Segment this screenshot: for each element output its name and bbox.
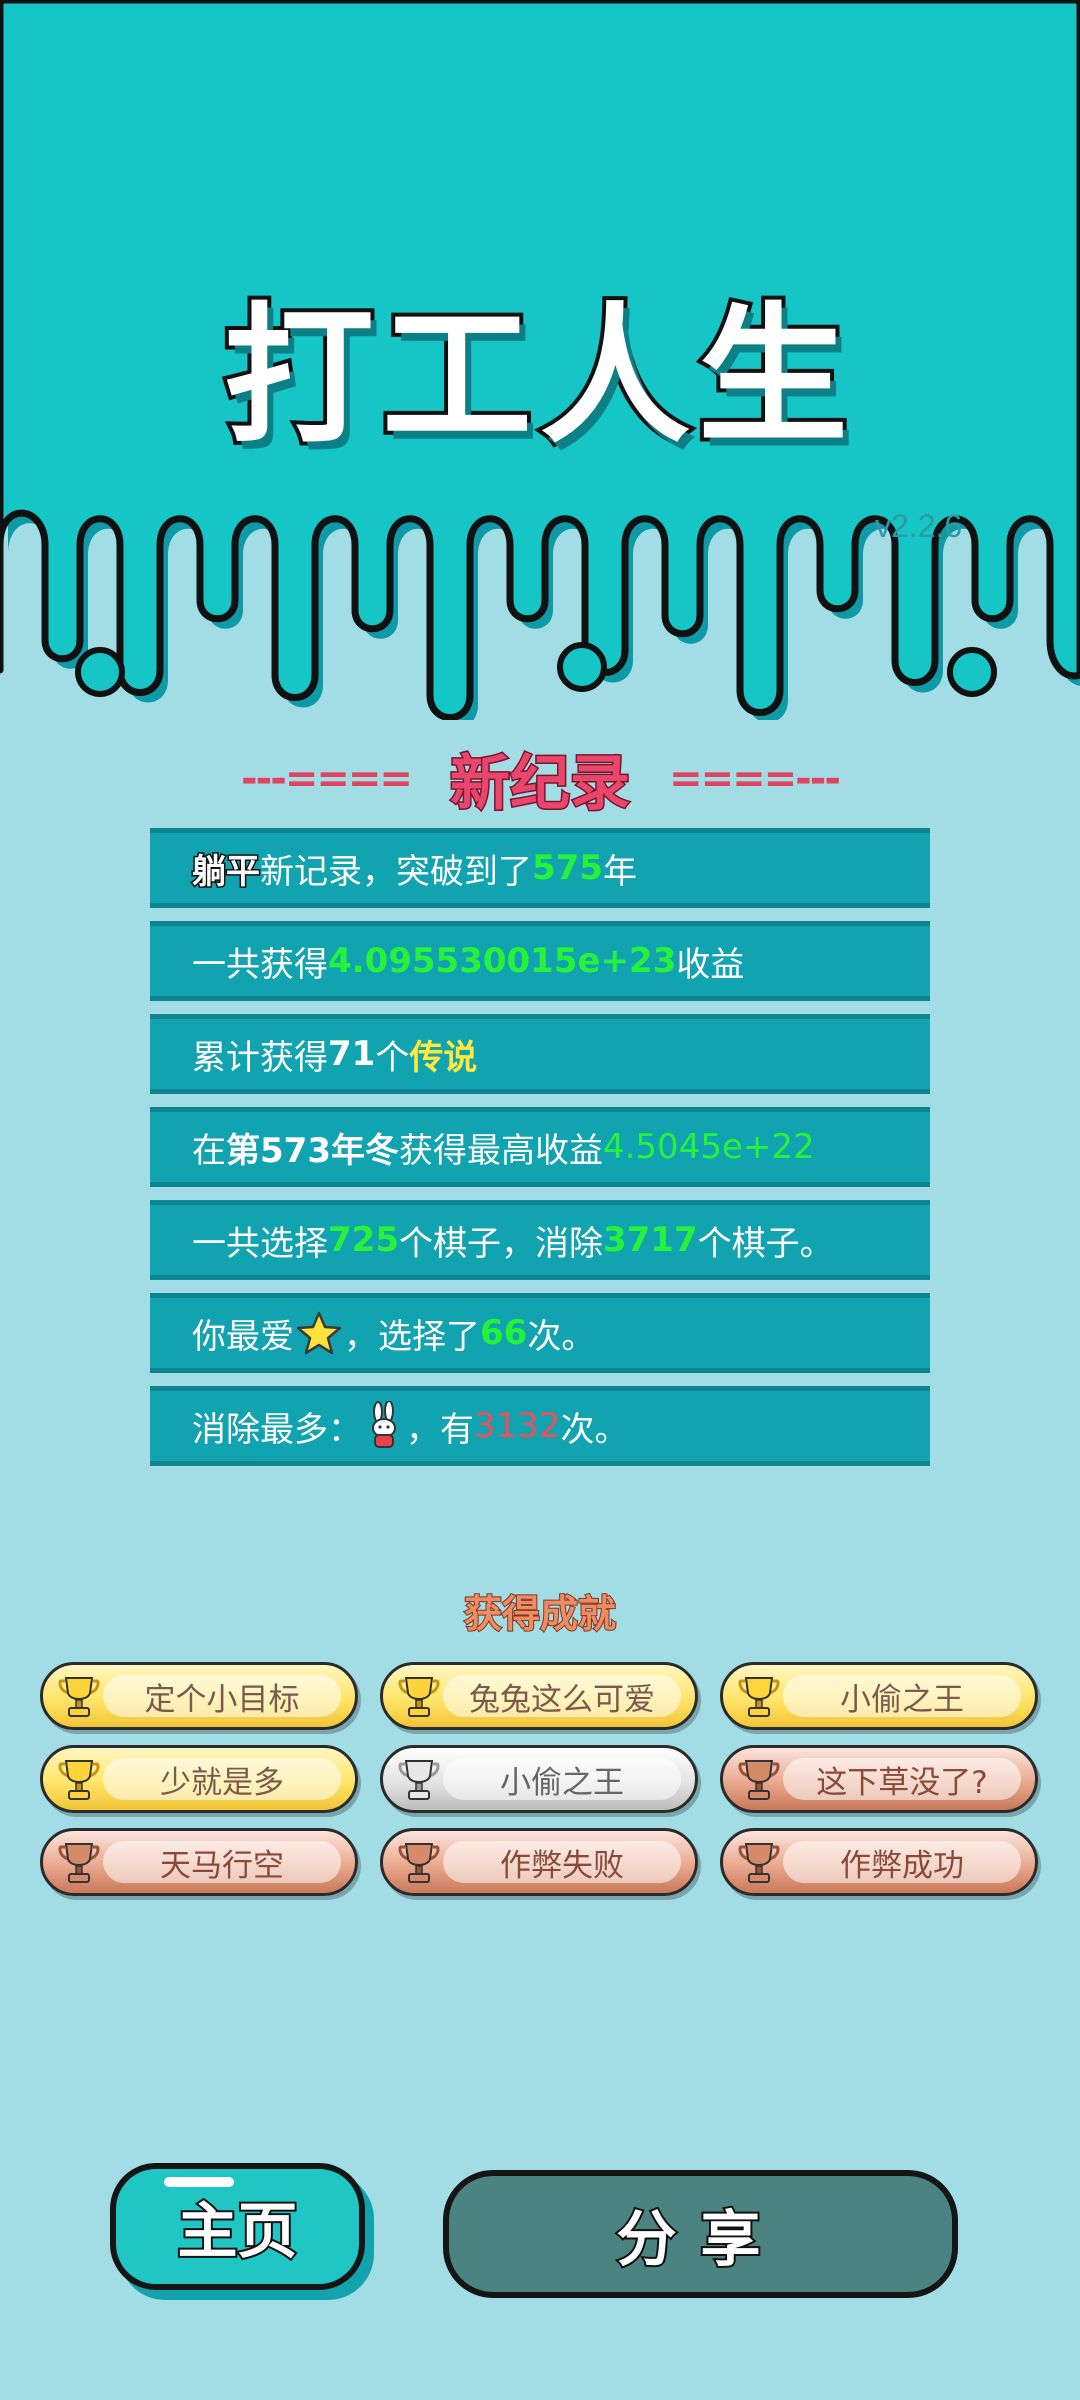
stat-highlight: 3132 xyxy=(474,1406,561,1446)
stat-text: 个棋子。 xyxy=(697,1223,834,1264)
stat-text: 一共获得 xyxy=(192,944,328,985)
star-icon xyxy=(296,1310,342,1356)
stat-highlight: 575 xyxy=(532,848,603,888)
record-stat-row: 累计获得 71 个 传说 xyxy=(150,1014,930,1094)
achievement-label: 小偷之王 xyxy=(500,1764,624,1801)
stat-highlight: 传说 xyxy=(409,1037,478,1078)
stat-text: 次。 xyxy=(527,1316,596,1357)
button-gloss xyxy=(164,2177,234,2187)
stat-text: 获得最高收益 xyxy=(398,1130,603,1171)
achievements-header: 获得成就 xyxy=(463,1591,617,1637)
home-button[interactable]: 主页 xyxy=(110,2163,365,2290)
stat-text: 次。 xyxy=(560,1409,629,1450)
drip-drop xyxy=(947,647,997,697)
achievement-badge[interactable]: 天马行空 xyxy=(40,1828,358,1896)
stat-text: ，有 xyxy=(406,1409,474,1450)
record-stat-row: 一共选择 725 个棋子，消除 3717 个棋子。 xyxy=(150,1200,930,1280)
trophy-icon xyxy=(397,1841,441,1887)
achievement-badge[interactable]: 定个小目标 xyxy=(40,1662,358,1730)
record-title: 新纪录 xyxy=(449,748,632,821)
record-stat-row: 你最爱 ，选择了 66 次。 xyxy=(150,1293,930,1373)
achievement-label: 这下草没了? xyxy=(816,1764,988,1801)
stat-highlight: 躺平 xyxy=(191,850,262,893)
achievement-badge[interactable]: 作弊成功 xyxy=(720,1828,1038,1896)
achievement-badge[interactable]: 小偷之王 xyxy=(720,1662,1038,1730)
share-button[interactable]: 分享 xyxy=(443,2170,958,2298)
game-title: 打工人生 xyxy=(220,286,856,468)
trophy-icon xyxy=(737,1675,781,1721)
share-button-label: 分享 xyxy=(615,2203,785,2277)
trophy-icon xyxy=(397,1675,441,1721)
trophy-icon xyxy=(57,1758,101,1804)
trophy-icon xyxy=(397,1758,441,1804)
stat-highlight: 第573年冬 xyxy=(226,1130,399,1171)
stat-highlight: 4.095530015e+23 xyxy=(328,941,677,981)
record-stat-row: 消除最多： ，有 3132 次。 xyxy=(150,1386,930,1466)
achievement-badge[interactable]: 小偷之王 xyxy=(380,1745,698,1813)
achievement-label: 少就是多 xyxy=(160,1764,284,1801)
stat-highlight: 66 xyxy=(480,1313,528,1353)
stat-highlight: 3717 xyxy=(602,1220,698,1260)
stat-text: 新记录，突破到了 xyxy=(260,851,532,892)
stat-text: 你最爱 xyxy=(192,1316,294,1357)
trophy-icon xyxy=(737,1758,781,1804)
achievement-label: 小偷之王 xyxy=(840,1681,964,1718)
stat-text: 一共选择 xyxy=(192,1223,328,1264)
achievement-label: 定个小目标 xyxy=(144,1681,300,1718)
trophy-icon xyxy=(57,1675,101,1721)
trophy-icon xyxy=(737,1841,781,1887)
record-dash-left: ---==== xyxy=(241,755,413,802)
drip-drop xyxy=(557,642,607,692)
achievement-badge[interactable]: 兔兔这么可爱 xyxy=(380,1662,698,1730)
rabbit-icon xyxy=(364,1401,404,1451)
stat-text: 个棋子，消除 xyxy=(398,1223,603,1264)
trophy-icon xyxy=(57,1841,101,1887)
stat-text: 在 xyxy=(192,1130,226,1171)
stat-highlight: 71 xyxy=(328,1034,376,1074)
achievement-label: 兔兔这么可爱 xyxy=(469,1681,655,1718)
achievement-label: 作弊失败 xyxy=(500,1847,624,1884)
stat-highlight: 725 xyxy=(328,1220,399,1260)
achievement-label: 天马行空 xyxy=(160,1847,284,1884)
record-dash-right: ====--- xyxy=(669,755,841,802)
stat-text: ，选择了 xyxy=(344,1316,480,1357)
record-stat-row: 躺平 新记录，突破到了 575 年 xyxy=(150,828,930,908)
achievement-badge[interactable]: 这下草没了? xyxy=(720,1745,1038,1813)
achievement-label: 作弊成功 xyxy=(840,1847,964,1884)
achievement-badge[interactable]: 作弊失败 xyxy=(380,1828,698,1896)
stat-text: 消除最多： xyxy=(192,1409,362,1450)
stat-text: 累计获得 xyxy=(192,1037,328,1078)
stat-text: 个 xyxy=(375,1037,410,1078)
stat-highlight: 4.5045e+22 xyxy=(602,1127,815,1167)
drip-drop xyxy=(75,647,125,697)
version-label: v2.2.6 xyxy=(875,508,963,544)
home-button-label: 主页 xyxy=(176,2195,300,2269)
stat-text: 收益 xyxy=(676,944,745,985)
record-header: ---==== 新纪录 ====--- xyxy=(0,735,1080,821)
achievement-badge[interactable]: 少就是多 xyxy=(40,1745,358,1813)
record-stat-row: 在 第573年冬 获得最高收益 4.5045e+22 xyxy=(150,1107,930,1187)
record-stat-row: 一共获得 4.095530015e+23 收益 xyxy=(150,921,930,1001)
stat-text: 年 xyxy=(602,851,637,892)
